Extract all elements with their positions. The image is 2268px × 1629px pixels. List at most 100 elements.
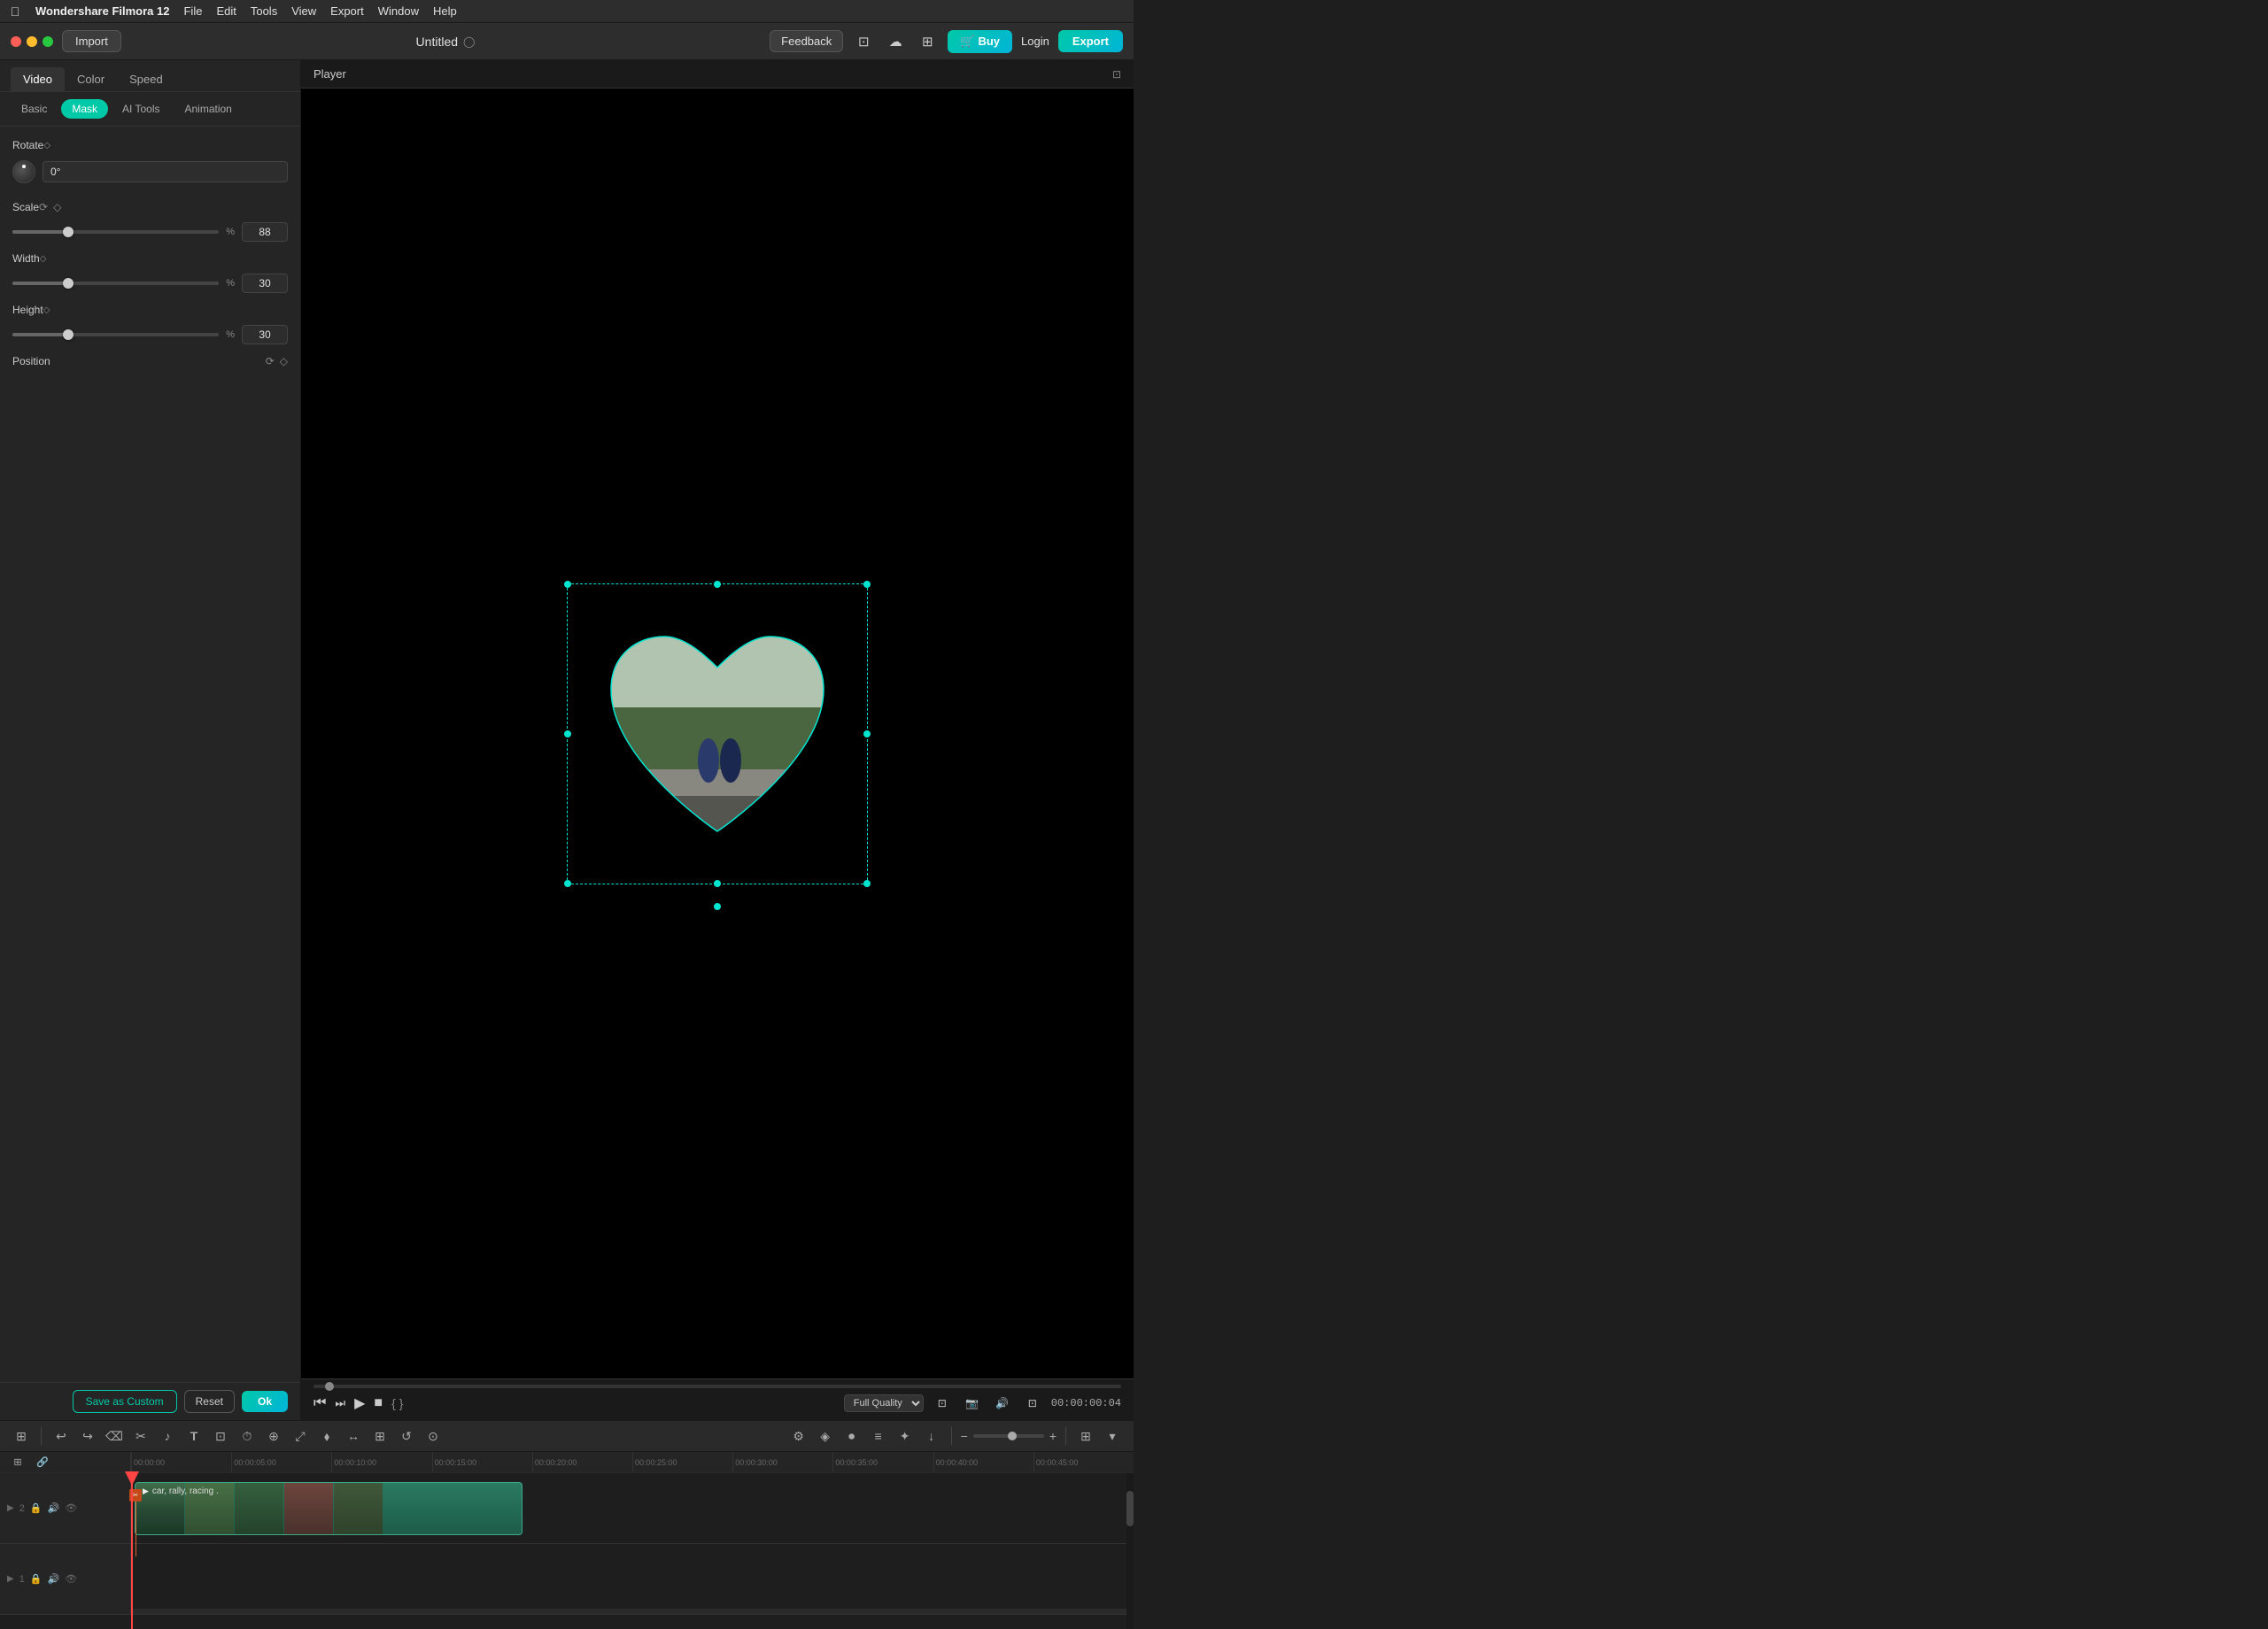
ok-button[interactable]: Ok bbox=[242, 1391, 288, 1412]
save-custom-button[interactable]: Save as Custom bbox=[73, 1390, 177, 1413]
tab-video[interactable]: Video bbox=[11, 67, 65, 91]
cloud-icon[interactable]: ☁ bbox=[884, 30, 907, 53]
tool-rotate[interactable]: ↺ bbox=[396, 1425, 417, 1447]
minimize-button[interactable] bbox=[27, 36, 37, 47]
mark-in-button[interactable]: { bbox=[391, 1396, 396, 1410]
handle-bm[interactable] bbox=[714, 880, 721, 887]
rewind-button[interactable]: ⏮ bbox=[313, 1395, 326, 1411]
tab-color[interactable]: Color bbox=[65, 67, 117, 91]
tool-fx[interactable]: ⚙ bbox=[788, 1425, 809, 1447]
position-reset-icon[interactable]: ⟳ bbox=[266, 355, 275, 367]
tool-chevron-down[interactable]: ▾ bbox=[1102, 1425, 1123, 1447]
play-button[interactable]: ▶ bbox=[354, 1394, 365, 1412]
tool-redo[interactable]: ↪ bbox=[77, 1425, 98, 1447]
import-button[interactable]: Import bbox=[62, 30, 121, 52]
menu-tools[interactable]: Tools bbox=[251, 4, 277, 18]
subtab-ai-tools[interactable]: AI Tools bbox=[112, 99, 170, 119]
menu-file[interactable]: File bbox=[183, 4, 202, 18]
menu-help[interactable]: Help bbox=[433, 4, 457, 18]
export-button[interactable]: Export bbox=[1058, 30, 1123, 52]
quality-select[interactable]: Full Quality bbox=[844, 1394, 924, 1412]
mark-out-button[interactable]: } bbox=[399, 1396, 404, 1410]
width-value-input[interactable] bbox=[242, 274, 288, 293]
tool-link[interactable]: ⊕ bbox=[263, 1425, 284, 1447]
subtab-mask[interactable]: Mask bbox=[61, 99, 108, 119]
tool-grid-view[interactable]: ⊞ bbox=[1075, 1425, 1096, 1447]
grid-icon[interactable]: ⊞ bbox=[916, 30, 939, 53]
track-1-lock-icon[interactable]: 🔒 bbox=[30, 1573, 43, 1585]
handle-tl[interactable] bbox=[564, 581, 571, 588]
tab-speed[interactable]: Speed bbox=[117, 67, 175, 91]
stop-button[interactable]: ■ bbox=[374, 1395, 383, 1411]
tool-speed[interactable]: ⏱ bbox=[236, 1425, 258, 1447]
zoom-thumb[interactable] bbox=[1008, 1432, 1017, 1440]
height-value-input[interactable] bbox=[242, 325, 288, 344]
seek-bar[interactable] bbox=[313, 1385, 1121, 1388]
tool-resize[interactable]: ↔ bbox=[343, 1425, 364, 1447]
track-1-eye-icon[interactable]: 👁 bbox=[65, 1573, 77, 1585]
tool-mic[interactable]: ⏺ bbox=[841, 1425, 863, 1447]
subtab-animation[interactable]: Animation bbox=[174, 99, 242, 119]
height-keyframe-icon[interactable]: ◇ bbox=[43, 305, 50, 315]
tool-select[interactable]: ⊞ bbox=[11, 1425, 32, 1447]
tool-crop[interactable]: ⊡ bbox=[210, 1425, 231, 1447]
step-back-button[interactable]: ⏭ bbox=[335, 1396, 345, 1410]
handle-br[interactable] bbox=[863, 880, 871, 887]
tool-sticker[interactable]: ✦ bbox=[894, 1425, 916, 1447]
height-slider[interactable] bbox=[12, 333, 219, 336]
maximize-button[interactable] bbox=[43, 36, 53, 47]
tool-layers[interactable]: ⊞ bbox=[369, 1425, 391, 1447]
feedback-button[interactable]: Feedback bbox=[770, 30, 843, 52]
scale-slider[interactable] bbox=[12, 230, 219, 234]
close-button[interactable] bbox=[11, 36, 21, 47]
handle-ml[interactable] bbox=[564, 730, 571, 737]
scale-keyframe-icon[interactable]: ◇ bbox=[53, 201, 61, 213]
rotate-value-input[interactable] bbox=[43, 161, 288, 182]
width-keyframe-icon[interactable]: ◇ bbox=[40, 254, 47, 264]
zoom-out-button[interactable]: − bbox=[961, 1429, 968, 1443]
zoom-in-button[interactable]: + bbox=[1049, 1429, 1057, 1443]
tool-undo[interactable]: ↩ bbox=[50, 1425, 72, 1447]
menu-window[interactable]: Window bbox=[378, 4, 419, 18]
tool-diamond[interactable]: ⬧ bbox=[316, 1425, 337, 1447]
position-keyframe-icon[interactable]: ◇ bbox=[280, 355, 288, 367]
tool-transform[interactable]: ⤢ bbox=[290, 1425, 311, 1447]
handle-bl[interactable] bbox=[564, 880, 571, 887]
handle-tr[interactable] bbox=[863, 581, 871, 588]
menu-export[interactable]: Export bbox=[330, 4, 364, 18]
track-2-lock-icon[interactable]: 🔒 bbox=[30, 1502, 43, 1514]
login-button[interactable]: Login bbox=[1021, 35, 1049, 48]
track-1-audio-icon[interactable]: 🔊 bbox=[48, 1573, 60, 1585]
tool-audio[interactable]: ♪ bbox=[157, 1425, 178, 1447]
tool-delete[interactable]: ⌫ bbox=[104, 1425, 125, 1447]
width-slider[interactable] bbox=[12, 282, 219, 285]
menu-edit[interactable]: Edit bbox=[216, 4, 236, 18]
handle-bottom-extra[interactable] bbox=[714, 903, 721, 910]
volume-icon[interactable]: 🔊 bbox=[991, 1392, 1014, 1415]
settings-icon[interactable]: ⊡ bbox=[1021, 1392, 1044, 1415]
tool-import-media[interactable]: ↓ bbox=[921, 1425, 942, 1447]
tool-text[interactable]: T bbox=[183, 1425, 205, 1447]
tool-scissors[interactable]: ✂ bbox=[130, 1425, 151, 1447]
handle-tm[interactable] bbox=[714, 581, 721, 588]
menu-view[interactable]: View bbox=[291, 4, 316, 18]
scale-value-input[interactable] bbox=[242, 222, 288, 242]
timeline-scrollbar-thumb[interactable] bbox=[1126, 1491, 1134, 1526]
scale-reset-icon[interactable]: ⟳ bbox=[39, 201, 48, 213]
fullscreen-icon[interactable]: ⊡ bbox=[931, 1392, 954, 1415]
screen-icon[interactable]: ⊡ bbox=[852, 30, 875, 53]
track-2-eye-icon[interactable]: 👁 bbox=[65, 1502, 77, 1514]
reset-button[interactable]: Reset bbox=[184, 1390, 235, 1413]
snapshot-icon[interactable]: 📷 bbox=[961, 1392, 984, 1415]
rotate-keyframe-icon[interactable]: ◇ bbox=[43, 141, 50, 151]
tool-more[interactable]: ⊙ bbox=[422, 1425, 444, 1447]
tool-tune[interactable]: ≡ bbox=[868, 1425, 889, 1447]
tool-shield[interactable]: ◈ bbox=[815, 1425, 836, 1447]
video-clip-2[interactable]: ▶ car, rally, racing . bbox=[135, 1482, 522, 1535]
expand-icon[interactable]: ⊡ bbox=[1112, 68, 1121, 81]
rotate-dial[interactable] bbox=[12, 160, 35, 183]
seek-thumb[interactable] bbox=[325, 1382, 334, 1391]
buy-button[interactable]: 🛒 Buy bbox=[948, 30, 1012, 53]
zoom-slider[interactable] bbox=[973, 1434, 1044, 1438]
track-add-icon[interactable]: ⊞ bbox=[7, 1452, 28, 1473]
